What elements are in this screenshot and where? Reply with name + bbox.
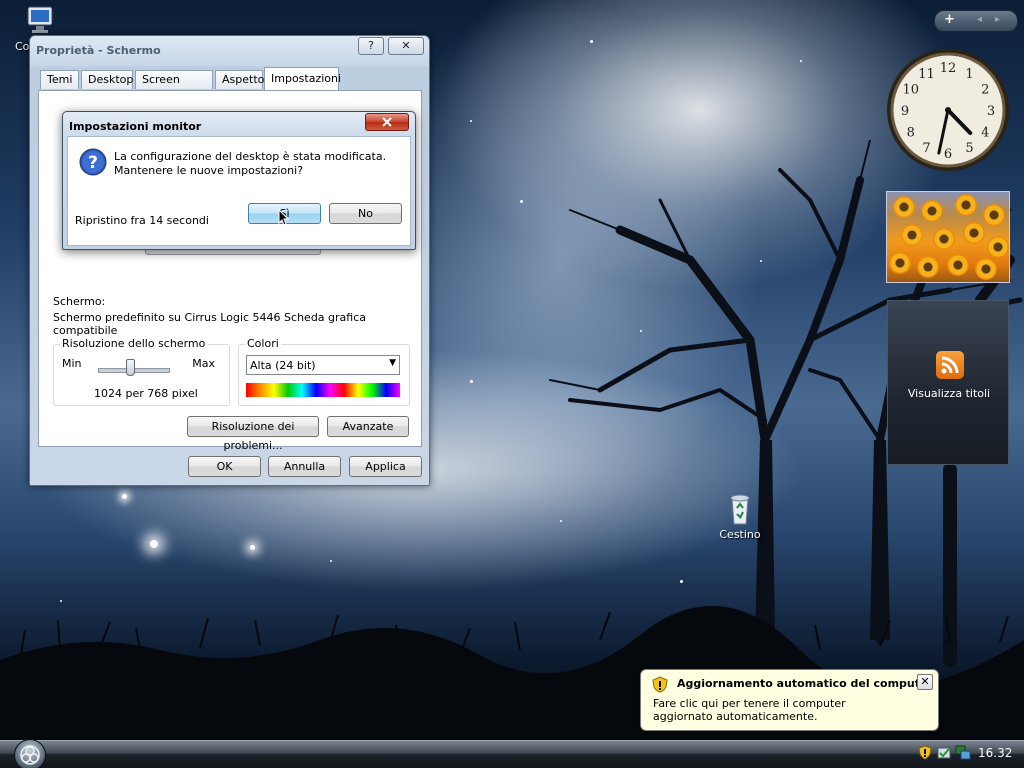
desktop-icon-recycle-bin-label: Cestino [719, 528, 761, 541]
slideshow-gadget[interactable] [886, 191, 1010, 283]
help-button[interactable]: ? [358, 37, 384, 55]
computer-icon [27, 6, 53, 33]
resolution-min-label: Min [62, 357, 82, 370]
clock-gadget[interactable]: 1234567891011 12 [886, 48, 1010, 172]
monitor-settings-dialog: Impostazioni monitor ? La configurazione… [62, 111, 416, 250]
resolution-value: 1024 per 768 pixel [94, 387, 198, 400]
window-title: Proprietà - Schermo [36, 44, 161, 57]
no-button[interactable]: No [329, 203, 402, 224]
flower [975, 258, 997, 280]
display-label: Schermo: [53, 295, 106, 308]
color-quality-value: Alta (24 bit) [250, 359, 316, 372]
rss-icon [936, 351, 964, 379]
dialog-message-line1: La configurazione del desktop è stata mo… [114, 150, 387, 163]
star [330, 560, 332, 562]
close-button[interactable]: ✕ [388, 37, 424, 55]
desktop-icon-computer-label: Co [15, 40, 30, 53]
balloon-body: Fare clic qui per tenere il computer agg… [653, 697, 846, 723]
star [590, 40, 593, 43]
clock-number: 4 [981, 126, 989, 141]
taskbar [0, 740, 1024, 768]
clock-number: 9 [901, 104, 909, 119]
revert-countdown: Ripristino fra 14 secondi [75, 214, 209, 227]
automatic-updates-balloon[interactable]: Aggiornamento automatico del computer Fa… [640, 669, 939, 731]
dialog-close-button[interactable] [365, 113, 409, 131]
add-gadget-button[interactable]: + [944, 12, 955, 27]
color-spectrum-bar [246, 383, 400, 397]
tray-update-shield-icon[interactable] [918, 745, 932, 760]
star [470, 380, 473, 383]
dialog-body: ? La configurazione del desktop è stata … [67, 136, 411, 246]
clock-number: 2 [981, 83, 989, 98]
desktop-icon-recycle-bin[interactable]: Cestino [708, 492, 772, 541]
feed-headlines-gadget[interactable]: Visualizza titoli [887, 300, 1009, 465]
clock-number: 3 [987, 104, 995, 119]
resolution-group: Risoluzione dello schermo Min Max 1024 p… [53, 337, 230, 406]
ok-button[interactable]: OK [188, 456, 261, 477]
tray-security-icon[interactable] [937, 745, 952, 760]
colors-group: Colori Alta (24 bit) ▼ [238, 337, 410, 406]
color-quality-dropdown[interactable]: Alta (24 bit) ▼ [246, 355, 400, 375]
balloon-close-button[interactable]: ✕ [917, 674, 933, 690]
tab-settings[interactable]: Impostazioni [264, 67, 341, 90]
start-button[interactable] [14, 739, 46, 768]
flower [963, 222, 985, 244]
star [250, 545, 255, 550]
balloon-title: Aggiornamento automatico del computer [677, 677, 933, 690]
flower [893, 196, 915, 218]
recycle-bin-icon [730, 494, 750, 525]
flower [889, 252, 911, 274]
star [150, 540, 158, 548]
tray-network-icon[interactable] [955, 745, 971, 760]
colors-legend: Colori [245, 337, 281, 350]
flower [987, 236, 1009, 258]
close-icon [382, 117, 392, 127]
dialog-title: Impostazioni monitor [69, 120, 202, 133]
shield-warning-icon [652, 676, 668, 693]
tab-appearance[interactable]: Aspetto [215, 70, 264, 89]
chevron-down-icon: ▼ [389, 358, 396, 368]
advanced-button[interactable]: Avanzate [327, 416, 409, 437]
desktop-icon-computer[interactable]: Co [8, 4, 72, 53]
clock-number: 7 [922, 141, 930, 156]
flower [917, 256, 939, 278]
dialog-message-line2: Mantenere le nuove impostazioni? [114, 164, 304, 177]
resolution-legend: Risoluzione dello schermo [60, 337, 208, 350]
tab-desktop[interactable]: Desktop [81, 70, 133, 89]
sidebar-controls: + ◂ ▸ [934, 10, 1018, 32]
clock-number: 5 [965, 141, 973, 156]
tray-clock[interactable]: 16.32 [978, 746, 1012, 760]
resolution-slider-thumb[interactable] [125, 359, 135, 376]
clock-number: 6 [944, 147, 952, 162]
apply-button[interactable]: Applica [349, 456, 422, 477]
clock-number: 10 [902, 83, 919, 98]
cancel-button[interactable]: Annulla [268, 456, 341, 477]
troubleshoot-button[interactable]: Risoluzione dei problemi... [187, 416, 319, 452]
question-icon: ? [79, 148, 107, 176]
svg-text:?: ? [88, 153, 98, 173]
next-gadget-button[interactable]: ▸ [995, 14, 1000, 25]
clock-number: 8 [907, 126, 915, 141]
flower [983, 204, 1005, 226]
flower [901, 224, 923, 246]
clock-number: 1 [965, 67, 973, 82]
star [800, 60, 802, 62]
feed-view-headlines-label: Visualizza titoli [907, 387, 991, 400]
star [122, 494, 127, 499]
resolution-max-label: Max [192, 357, 215, 370]
tab-screen-saver[interactable]: Screen saver [135, 70, 213, 104]
mouse-cursor-icon [278, 209, 290, 226]
flower [955, 194, 977, 216]
start-logo-icon [20, 745, 40, 765]
prev-gadget-button[interactable]: ◂ [977, 14, 982, 25]
flower [947, 254, 969, 276]
tab-themes[interactable]: Temi [40, 70, 79, 89]
flower [933, 228, 955, 250]
display-value: Schermo predefinito su Cirrus Logic 5446… [53, 311, 366, 337]
star [470, 120, 472, 122]
flower [921, 200, 943, 222]
clock-number: 12 [940, 61, 957, 76]
clock-number: 11 [918, 67, 935, 82]
display-properties-window: Proprietà - Schermo ? ✕ Temi Desktop Scr… [29, 35, 430, 486]
